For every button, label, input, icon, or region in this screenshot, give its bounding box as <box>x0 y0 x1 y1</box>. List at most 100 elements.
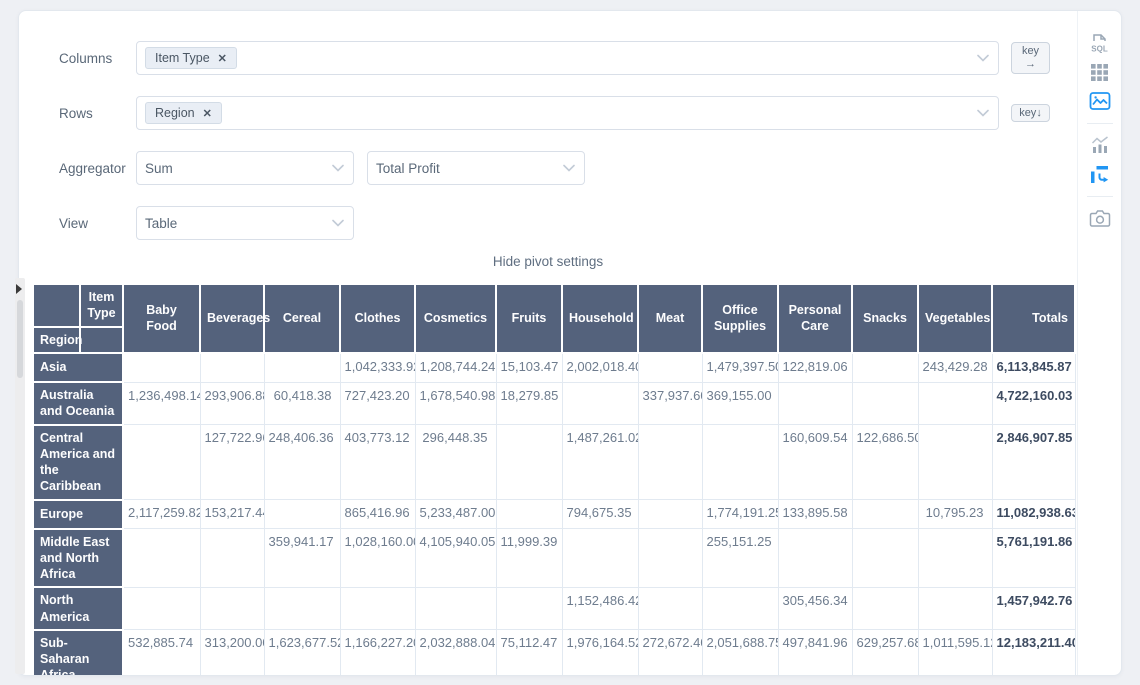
view-select[interactable]: Table <box>136 206 354 240</box>
value-cell: 122,686.50 <box>852 425 918 500</box>
row-header: Sub-Saharan Africa <box>33 630 123 675</box>
aggregator-select[interactable]: Sum <box>136 151 354 185</box>
sql-view-button[interactable]: SQL <box>1088 31 1112 55</box>
column-header: Office Supplies <box>702 284 778 353</box>
hide-pivot-settings-link[interactable]: Hide pivot settings <box>19 254 1077 269</box>
table-row: Asia1,042,333.921,208,744.2415,103.472,0… <box>33 353 1075 382</box>
value-cell: 1,236,498.14 <box>123 382 200 425</box>
value-cell <box>852 382 918 425</box>
value-cell: 727,423.20 <box>340 382 415 425</box>
value-cell: 337,937.60 <box>638 382 702 425</box>
expand-right-icon[interactable] <box>16 284 22 294</box>
value-cell: 75,112.47 <box>496 630 562 675</box>
aggregator-argument-select[interactable]: Total Profit <box>367 151 585 185</box>
value-cell: 1,011,595.12 <box>918 630 992 675</box>
value-cell: 11,999.39 <box>496 529 562 588</box>
value-cell: 1,028,160.00 <box>340 529 415 588</box>
value-cell <box>638 500 702 529</box>
value-cell: 10,795.23 <box>918 500 992 529</box>
value-cell <box>918 587 992 630</box>
pivot-view-button[interactable] <box>1088 162 1112 186</box>
row-header: Asia <box>33 353 123 382</box>
value-cell <box>264 500 340 529</box>
column-header: Cereal <box>264 284 340 353</box>
pivot-editor: Columns Item Type ✕ key→ Rows Region <box>19 11 1077 675</box>
value-cell: 248,406.36 <box>264 425 340 500</box>
value-cell <box>264 353 340 382</box>
value-cell: 497,841.96 <box>778 630 852 675</box>
value-cell: 127,722.96 <box>200 425 264 500</box>
value-cell: 1,042,333.92 <box>340 353 415 382</box>
column-header: Household <box>562 284 638 353</box>
toolbar-divider <box>1087 196 1113 197</box>
column-sort-order-button[interactable]: key→ <box>1011 42 1050 73</box>
value-cell: 305,456.34 <box>778 587 852 630</box>
value-cell <box>852 500 918 529</box>
value-cell: 369,155.00 <box>702 382 778 425</box>
columns-select[interactable]: Item Type ✕ <box>136 41 999 75</box>
value-cell <box>638 425 702 500</box>
value-cell: 243,429.28 <box>918 353 992 382</box>
value-cell <box>123 353 200 382</box>
columns-label: Columns <box>59 51 136 66</box>
row-total-cell: 2,846,907.85 <box>992 425 1075 500</box>
row-total-cell: 5,761,191.86 <box>992 529 1075 588</box>
visualization-view-button-active[interactable] <box>1088 89 1112 113</box>
chart-trend-icon <box>1090 135 1110 155</box>
row-header: North America <box>33 587 123 630</box>
aggregator-label: Aggregator <box>59 161 136 176</box>
value-cell: 296,448.35 <box>415 425 496 500</box>
view-control-row: View Table <box>59 206 1077 240</box>
visualization-card: Columns Item Type ✕ key→ Rows Region <box>18 10 1122 676</box>
row-sort-order-button[interactable]: key↓ <box>1011 104 1050 123</box>
value-cell: 2,032,888.04 <box>415 630 496 675</box>
value-cell: 122,819.06 <box>778 353 852 382</box>
row-total-cell: 1,457,942.76 <box>992 587 1075 630</box>
value-cell <box>200 587 264 630</box>
table-view-button[interactable] <box>1088 60 1112 84</box>
snapshot-button[interactable] <box>1088 206 1112 230</box>
value-cell <box>918 529 992 588</box>
row-total-cell: 4,722,160.03 <box>992 382 1075 425</box>
row-header: Europe <box>33 500 123 529</box>
aggregator-argument-value: Total Profit <box>376 161 440 176</box>
chevron-down-icon <box>977 54 989 62</box>
value-cell <box>852 587 918 630</box>
remove-tag-icon[interactable]: ✕ <box>203 107 212 120</box>
table-row: Sub-Saharan Africa532,885.74313,200.001,… <box>33 630 1075 675</box>
value-cell <box>702 587 778 630</box>
value-cell <box>264 587 340 630</box>
value-cell <box>918 382 992 425</box>
value-cell: 1,487,261.02 <box>562 425 638 500</box>
value-cell: 359,941.17 <box>264 529 340 588</box>
value-cell <box>702 425 778 500</box>
right-arrow-icon: → <box>1017 58 1044 71</box>
chart-view-button[interactable] <box>1088 133 1112 157</box>
rows-tag-region[interactable]: Region ✕ <box>145 102 222 124</box>
rows-select[interactable]: Region ✕ <box>136 96 999 130</box>
column-header: Cosmetics <box>415 284 496 353</box>
value-cell: 532,885.74 <box>123 630 200 675</box>
row-total-cell: 12,183,211.40 <box>992 630 1075 675</box>
remove-tag-icon[interactable]: ✕ <box>218 52 227 65</box>
value-cell: 5,233,487.00 <box>415 500 496 529</box>
value-cell: 2,051,688.75 <box>702 630 778 675</box>
row-header: Middle East and North Africa <box>33 529 123 588</box>
column-header: Snacks <box>852 284 918 353</box>
value-cell <box>562 382 638 425</box>
value-cell: 794,675.35 <box>562 500 638 529</box>
column-header: Fruits <box>496 284 562 353</box>
value-cell: 1,623,677.52 <box>264 630 340 675</box>
visualization-toolbar: SQL <box>1077 11 1121 675</box>
chevron-down-icon <box>563 164 575 172</box>
columns-tag-item-type[interactable]: Item Type ✕ <box>145 47 237 69</box>
value-cell <box>340 587 415 630</box>
drawer-scroll-thumb[interactable] <box>17 300 23 378</box>
settings-drawer-handle[interactable] <box>15 278 25 674</box>
value-cell <box>852 353 918 382</box>
value-cell: 1,678,540.98 <box>415 382 496 425</box>
column-header: Personal Care <box>778 284 852 353</box>
corner-blank-cell <box>33 284 80 327</box>
value-cell <box>200 353 264 382</box>
row-header: Central America and the Caribbean <box>33 425 123 500</box>
